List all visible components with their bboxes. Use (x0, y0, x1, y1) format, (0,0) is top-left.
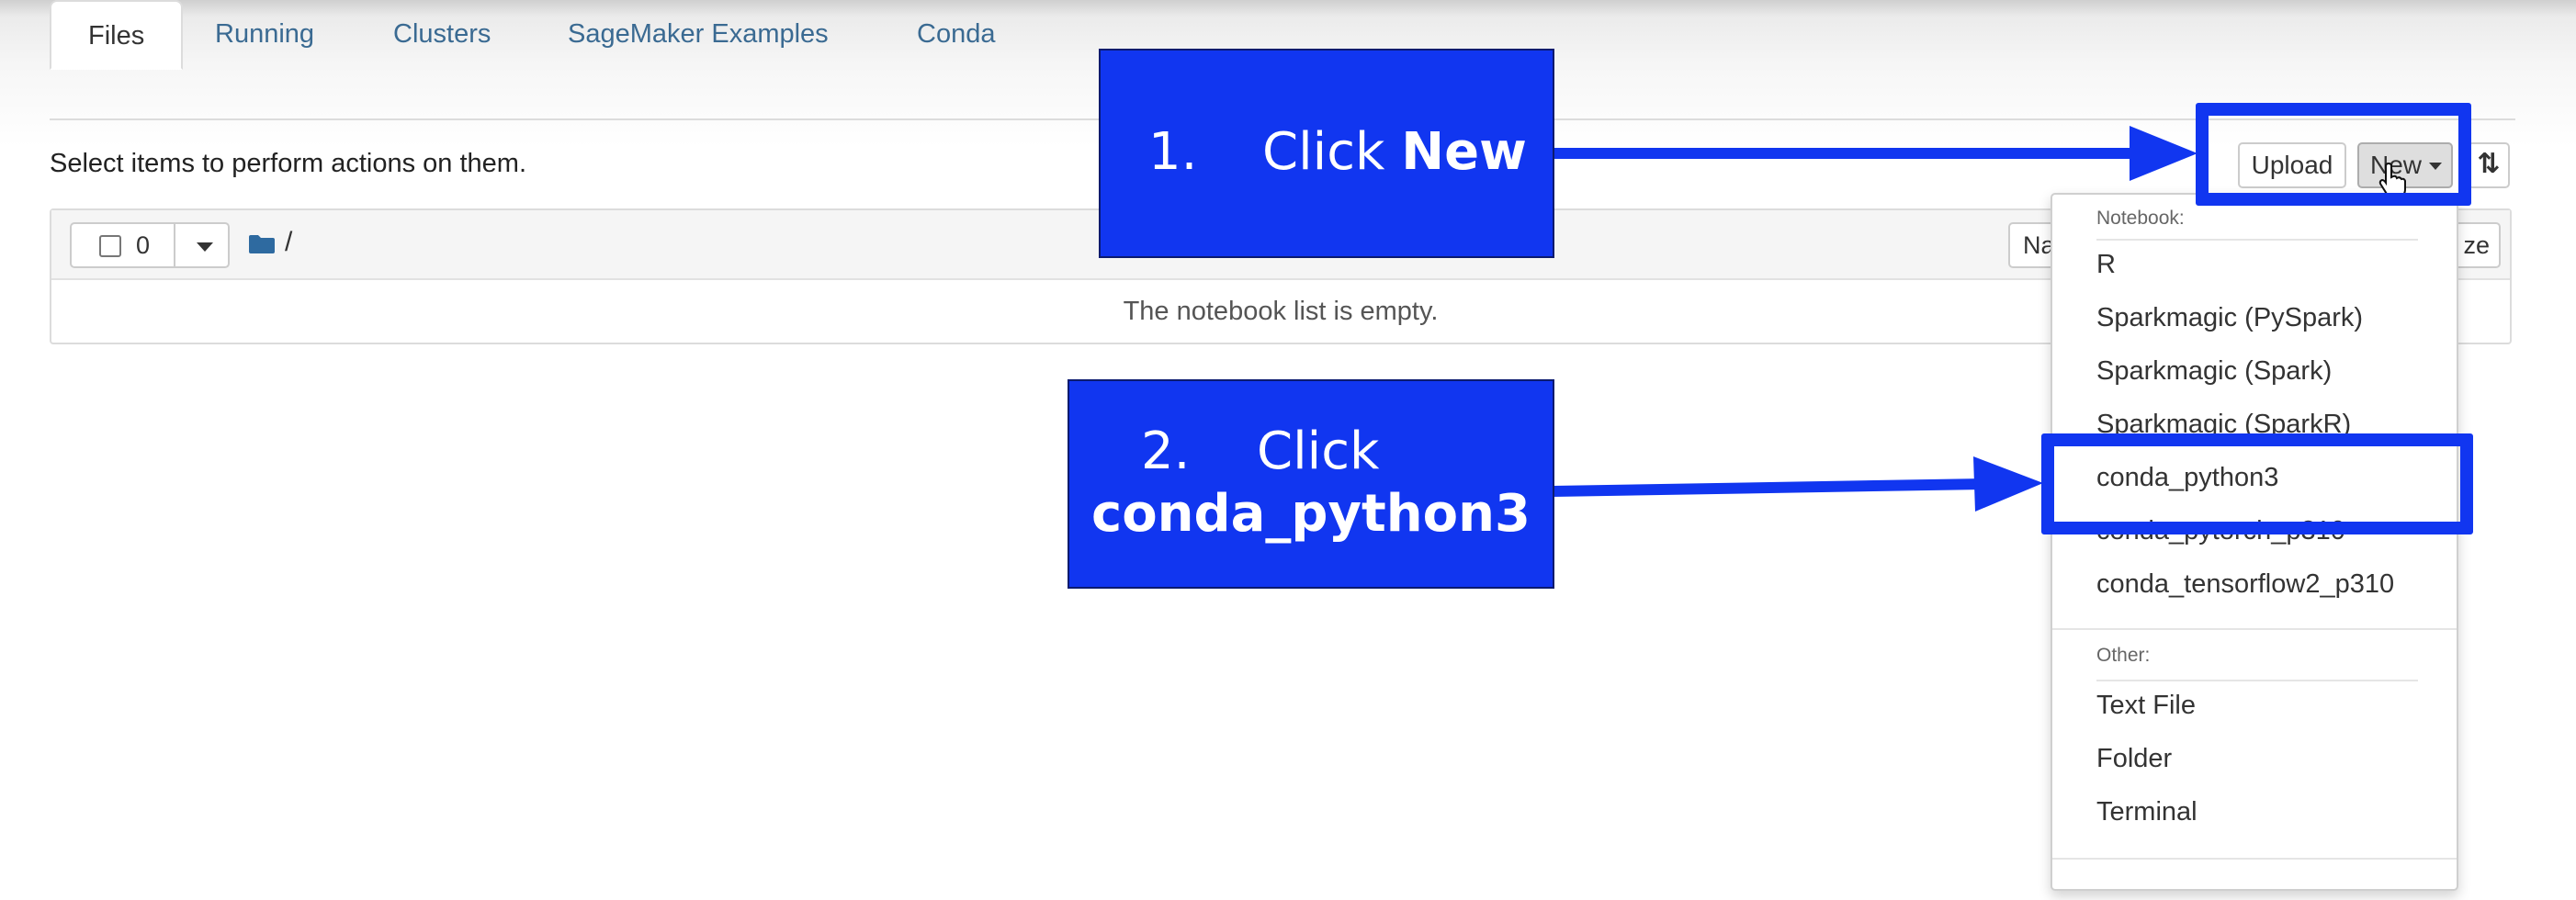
notebook-section-header: Notebook: (2096, 208, 2185, 229)
tab-conda[interactable]: Conda (880, 0, 1032, 68)
menu-item-terminal[interactable]: Terminal (2096, 797, 2198, 827)
divider (2096, 680, 2418, 681)
tab-files[interactable]: Files (50, 0, 184, 70)
menu-item-conda-tensorflow2-p310[interactable]: conda_tensorflow2_p310 (2096, 569, 2394, 600)
highlight-new-button (2196, 103, 2471, 206)
menu-item-text-file[interactable]: Text File (2096, 691, 2196, 721)
select-all-dropdown[interactable]: 0 (70, 222, 230, 268)
menu-item-sparkmagic-pyspark[interactable]: Sparkmagic (PySpark) (2096, 303, 2363, 333)
step2-callout: 2. Click conda_python3 (1068, 379, 1554, 589)
arrow-to-conda-head (1973, 456, 2043, 512)
menu-item-folder[interactable]: Folder (2096, 744, 2172, 774)
step1-callout: 1. Click New (1099, 49, 1554, 258)
select-all-checkbox[interactable] (99, 235, 121, 257)
tab-running[interactable]: Running (178, 0, 351, 68)
step1-text: Click New (1262, 122, 1527, 182)
caret-down-icon[interactable] (197, 242, 213, 252)
step2-text: Click (1257, 422, 1380, 481)
refresh-button[interactable]: ⇅ (2468, 142, 2510, 188)
folder-icon[interactable] (248, 234, 276, 254)
other-section-header: Other: (2096, 645, 2151, 666)
step2-number: 2. (1141, 422, 1191, 481)
step1-bold: New (1401, 122, 1527, 182)
breadcrumb-path[interactable]: / (285, 227, 292, 258)
tab-sagemaker-examples[interactable]: SageMaker Examples (531, 0, 865, 68)
tab-clusters[interactable]: Clusters (356, 0, 527, 68)
selected-count: 0 (136, 231, 151, 259)
arrow-to-conda-line (1552, 478, 1985, 497)
menu-item-sparkmagic-spark[interactable]: Sparkmagic (Spark) (2096, 356, 2332, 387)
divider (174, 224, 175, 266)
select-instructions: Select items to perform actions on them. (50, 149, 526, 178)
divider (2052, 858, 2457, 860)
refresh-icon: ⇅ (2477, 149, 2501, 179)
new-dropdown-menu: Notebook: R Sparkmagic (PySpark) Sparkma… (2051, 193, 2458, 891)
divider (2052, 628, 2457, 630)
menu-item-r[interactable]: R (2096, 250, 2116, 280)
highlight-conda-python3 (2041, 433, 2473, 534)
divider (2096, 239, 2418, 241)
step2-bold: conda_python3 (1091, 484, 1531, 544)
step1-number: 1. (1148, 122, 1198, 182)
